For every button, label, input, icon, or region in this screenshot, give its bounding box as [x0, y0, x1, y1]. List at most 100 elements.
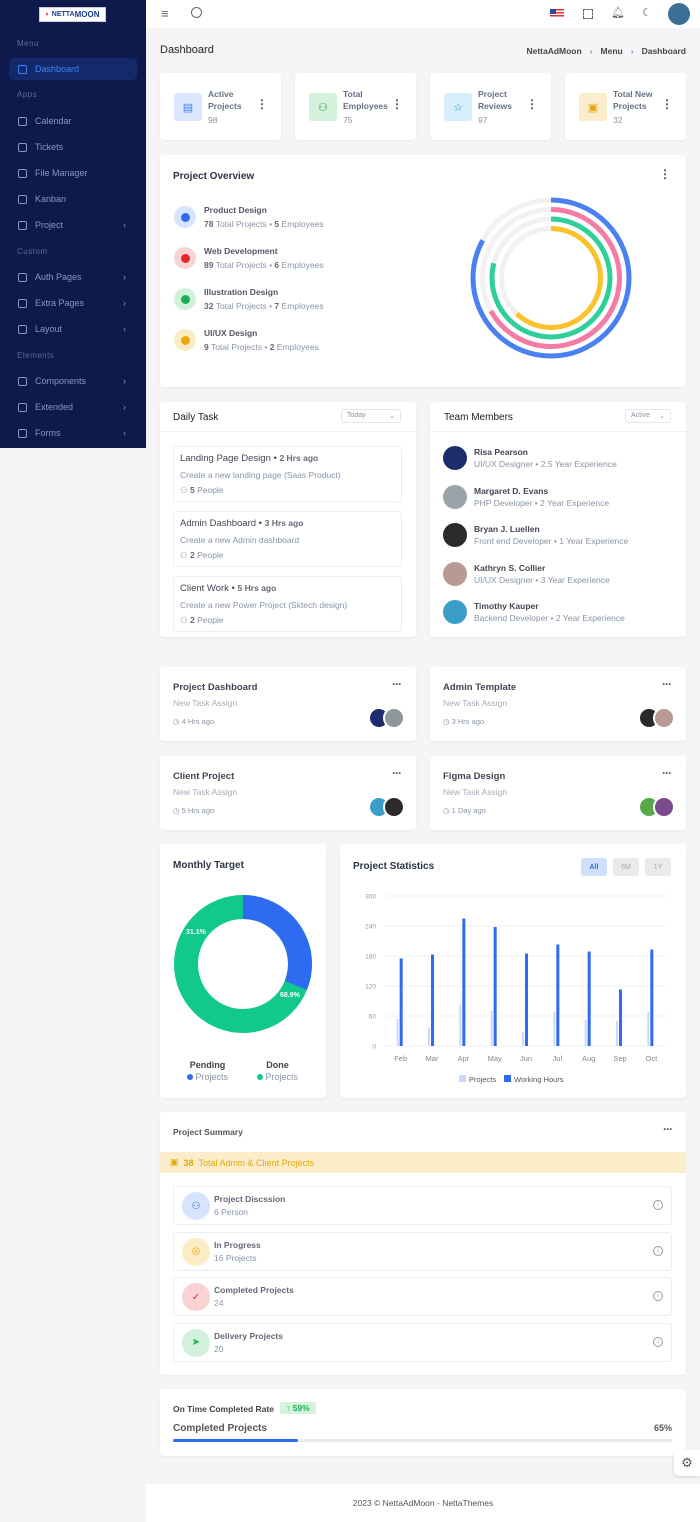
more-icon[interactable]: ··· [662, 677, 672, 691]
logo[interactable]: ◐ NETTA MOON [39, 7, 106, 22]
bar-working-hours [525, 953, 528, 1046]
stat-value: 98 [208, 115, 218, 125]
team-member[interactable]: Risa Pearson UI/UX Designer • 2.5 Year E… [443, 446, 673, 470]
overview-name: Product Design [204, 205, 267, 215]
fullscreen-icon[interactable] [583, 9, 593, 19]
summary-row[interactable]: ➤ Delivery Projects 20 i [173, 1322, 672, 1362]
stat-card: ▣ Total New Projects 32 ⋮ [565, 73, 686, 140]
legend-label: Projects [265, 1072, 299, 1082]
breadcrumb-item[interactable]: Menu [601, 46, 623, 56]
task-card-title: Admin Template [443, 682, 517, 693]
overview-item: Web Development 89 Total Projects • 6 Em… [173, 246, 373, 272]
more-icon[interactable]: ··· [392, 766, 402, 780]
sidebar-item-file-manager[interactable]: File Manager [9, 162, 137, 184]
info-icon[interactable]: i [653, 1291, 663, 1301]
range-1y-button[interactable]: 1Y [645, 858, 671, 876]
summary-row[interactable]: ◎ In Progress 16 Projects i [173, 1231, 672, 1271]
more-icon[interactable]: ⋮ [659, 167, 671, 181]
team-member[interactable]: Margaret D. Evans PHP Developer • 2 Year… [443, 484, 673, 509]
divider [430, 431, 686, 432]
bar-projects [584, 1019, 587, 1046]
sidebar-item-label: File Manager [35, 168, 88, 178]
card-title: Daily Task [173, 412, 219, 423]
sidebar-item-calendar[interactable]: Calendar [9, 110, 137, 132]
menu-icon[interactable]: ≡ [161, 6, 169, 21]
task-card[interactable]: Figma Design New Task Assign ◷ 1 Day ago… [430, 756, 686, 830]
sidebar-item-kanban[interactable]: Kanban [9, 188, 137, 210]
overview-name: Web Development [204, 246, 278, 256]
sidebar-item-components[interactable]: Components › [9, 370, 137, 392]
task-item[interactable]: Landing Page Design • 2 Hrs ago Create a… [173, 446, 402, 502]
legend-done: Done Projects [250, 1060, 305, 1082]
sidebar-item-tickets[interactable]: Tickets [9, 136, 137, 158]
file-icon: ▤ [174, 93, 202, 121]
more-icon[interactable]: ··· [662, 766, 672, 780]
more-icon[interactable]: ··· [392, 677, 402, 691]
sidebar-item-forms[interactable]: Forms › [9, 422, 137, 444]
overview-name: UI/UX Design [204, 328, 258, 338]
project-overview-card: Project Overview ⋮ Product Design 78 Tot… [160, 155, 686, 387]
task-item[interactable]: Client Work • 5 Hrs ago Create a new Pow… [173, 576, 402, 632]
overview-item: Product Design 78 Total Projects • 5 Emp… [173, 205, 373, 231]
range-6m-button[interactable]: 6M [613, 858, 639, 876]
task-time: 2 Hrs ago [279, 453, 319, 463]
info-icon[interactable]: i [653, 1336, 663, 1347]
search-icon[interactable] [191, 7, 202, 18]
team-filter-select[interactable]: Active ⌄ [625, 409, 671, 423]
info-icon[interactable]: i [653, 1245, 663, 1256]
sidebar-item-layout[interactable]: Layout › [9, 318, 137, 340]
stat-label: Total New Projects [613, 89, 653, 111]
sidebar-item-label: Dashboard [35, 64, 80, 74]
avatar [443, 446, 467, 470]
member-name: Bryan J. Luellen [474, 524, 540, 534]
task-card[interactable]: Project Dashboard New Task Assign ◷ 4 Hr… [160, 667, 416, 741]
task-card-time: 1 Day ago [451, 806, 486, 815]
daily-filter-select[interactable]: Today ⌄ [341, 409, 401, 423]
x-tick-label: May [488, 1054, 502, 1063]
chevron-right-icon: › [123, 324, 126, 334]
avatar [653, 707, 675, 729]
more-icon[interactable]: ⋮ [661, 97, 673, 111]
task-card[interactable]: Admin Template New Task Assign ◷ 3 Hrs a… [430, 667, 686, 741]
avatar [443, 600, 467, 624]
summary-row[interactable]: ⚇ Project Discssion 6 Person i [173, 1186, 672, 1225]
member-role: Backend Developer [474, 613, 549, 623]
more-icon[interactable]: ⋮ [256, 97, 268, 111]
card-title: Project Summary [173, 1127, 243, 1137]
sidebar-item-extra-pages[interactable]: Extra Pages › [9, 292, 137, 314]
moon-icon[interactable]: ☾ [642, 6, 652, 19]
radial-bar-chart [470, 197, 632, 359]
more-icon[interactable]: ⋮ [526, 97, 538, 111]
summary-row[interactable]: ✓ Completed Projects 24 i [173, 1277, 672, 1316]
team-member[interactable]: Bryan J. Luellen Front end Developer • 1… [443, 523, 673, 547]
info-icon[interactable]: i [653, 1200, 663, 1210]
summary-title: Delivery Projects [214, 1330, 283, 1341]
breadcrumb-item[interactable]: NettaAdMoon [526, 46, 581, 56]
x-tick-label: Jun [520, 1054, 532, 1063]
more-icon[interactable]: ⋮ [391, 97, 403, 111]
team-member[interactable]: Timothy Kauper Backend Developer • 2 Yea… [443, 600, 673, 624]
sidebar-item-extended[interactable]: Extended › [9, 396, 137, 418]
settings-gear-icon[interactable]: ⚙ [674, 1450, 700, 1476]
sidebar-item-dashboard[interactable]: Dashboard [9, 58, 137, 80]
status-dot [174, 206, 196, 228]
users-icon: ⚇ [309, 93, 337, 121]
x-tick-label: Apr [457, 1054, 469, 1063]
nav-icon [18, 428, 27, 438]
task-item[interactable]: Admin Dashboard • 3 Hrs ago Create a new… [173, 511, 402, 567]
progress-label: Completed Projects [173, 1423, 267, 1434]
team-member[interactable]: Kathryn S. Collier UI/UX Designer • 3 Ye… [443, 561, 673, 586]
task-desc: Create a new landing page (Saas Product) [180, 470, 341, 480]
task-card[interactable]: Client Project New Task Assign ◷ 5 Hrs a… [160, 756, 416, 830]
y-tick-label: 0 [372, 1044, 376, 1051]
more-icon[interactable]: ··· [663, 1122, 673, 1136]
bell-icon[interactable]: 🔔︎ [611, 6, 625, 19]
monthly-target-card: Monthly Target 31.1% 68.9% Pending Proje… [160, 844, 326, 1098]
range-all-button[interactable]: All [581, 858, 607, 876]
sidebar-item-project[interactable]: Project › [9, 214, 137, 236]
task-time: 5 Hrs ago [237, 583, 277, 593]
user-avatar[interactable] [668, 3, 690, 25]
sidebar-item-auth-pages[interactable]: Auth Pages › [9, 266, 137, 288]
status-dot [174, 247, 196, 269]
flag-us-icon[interactable] [550, 9, 564, 18]
